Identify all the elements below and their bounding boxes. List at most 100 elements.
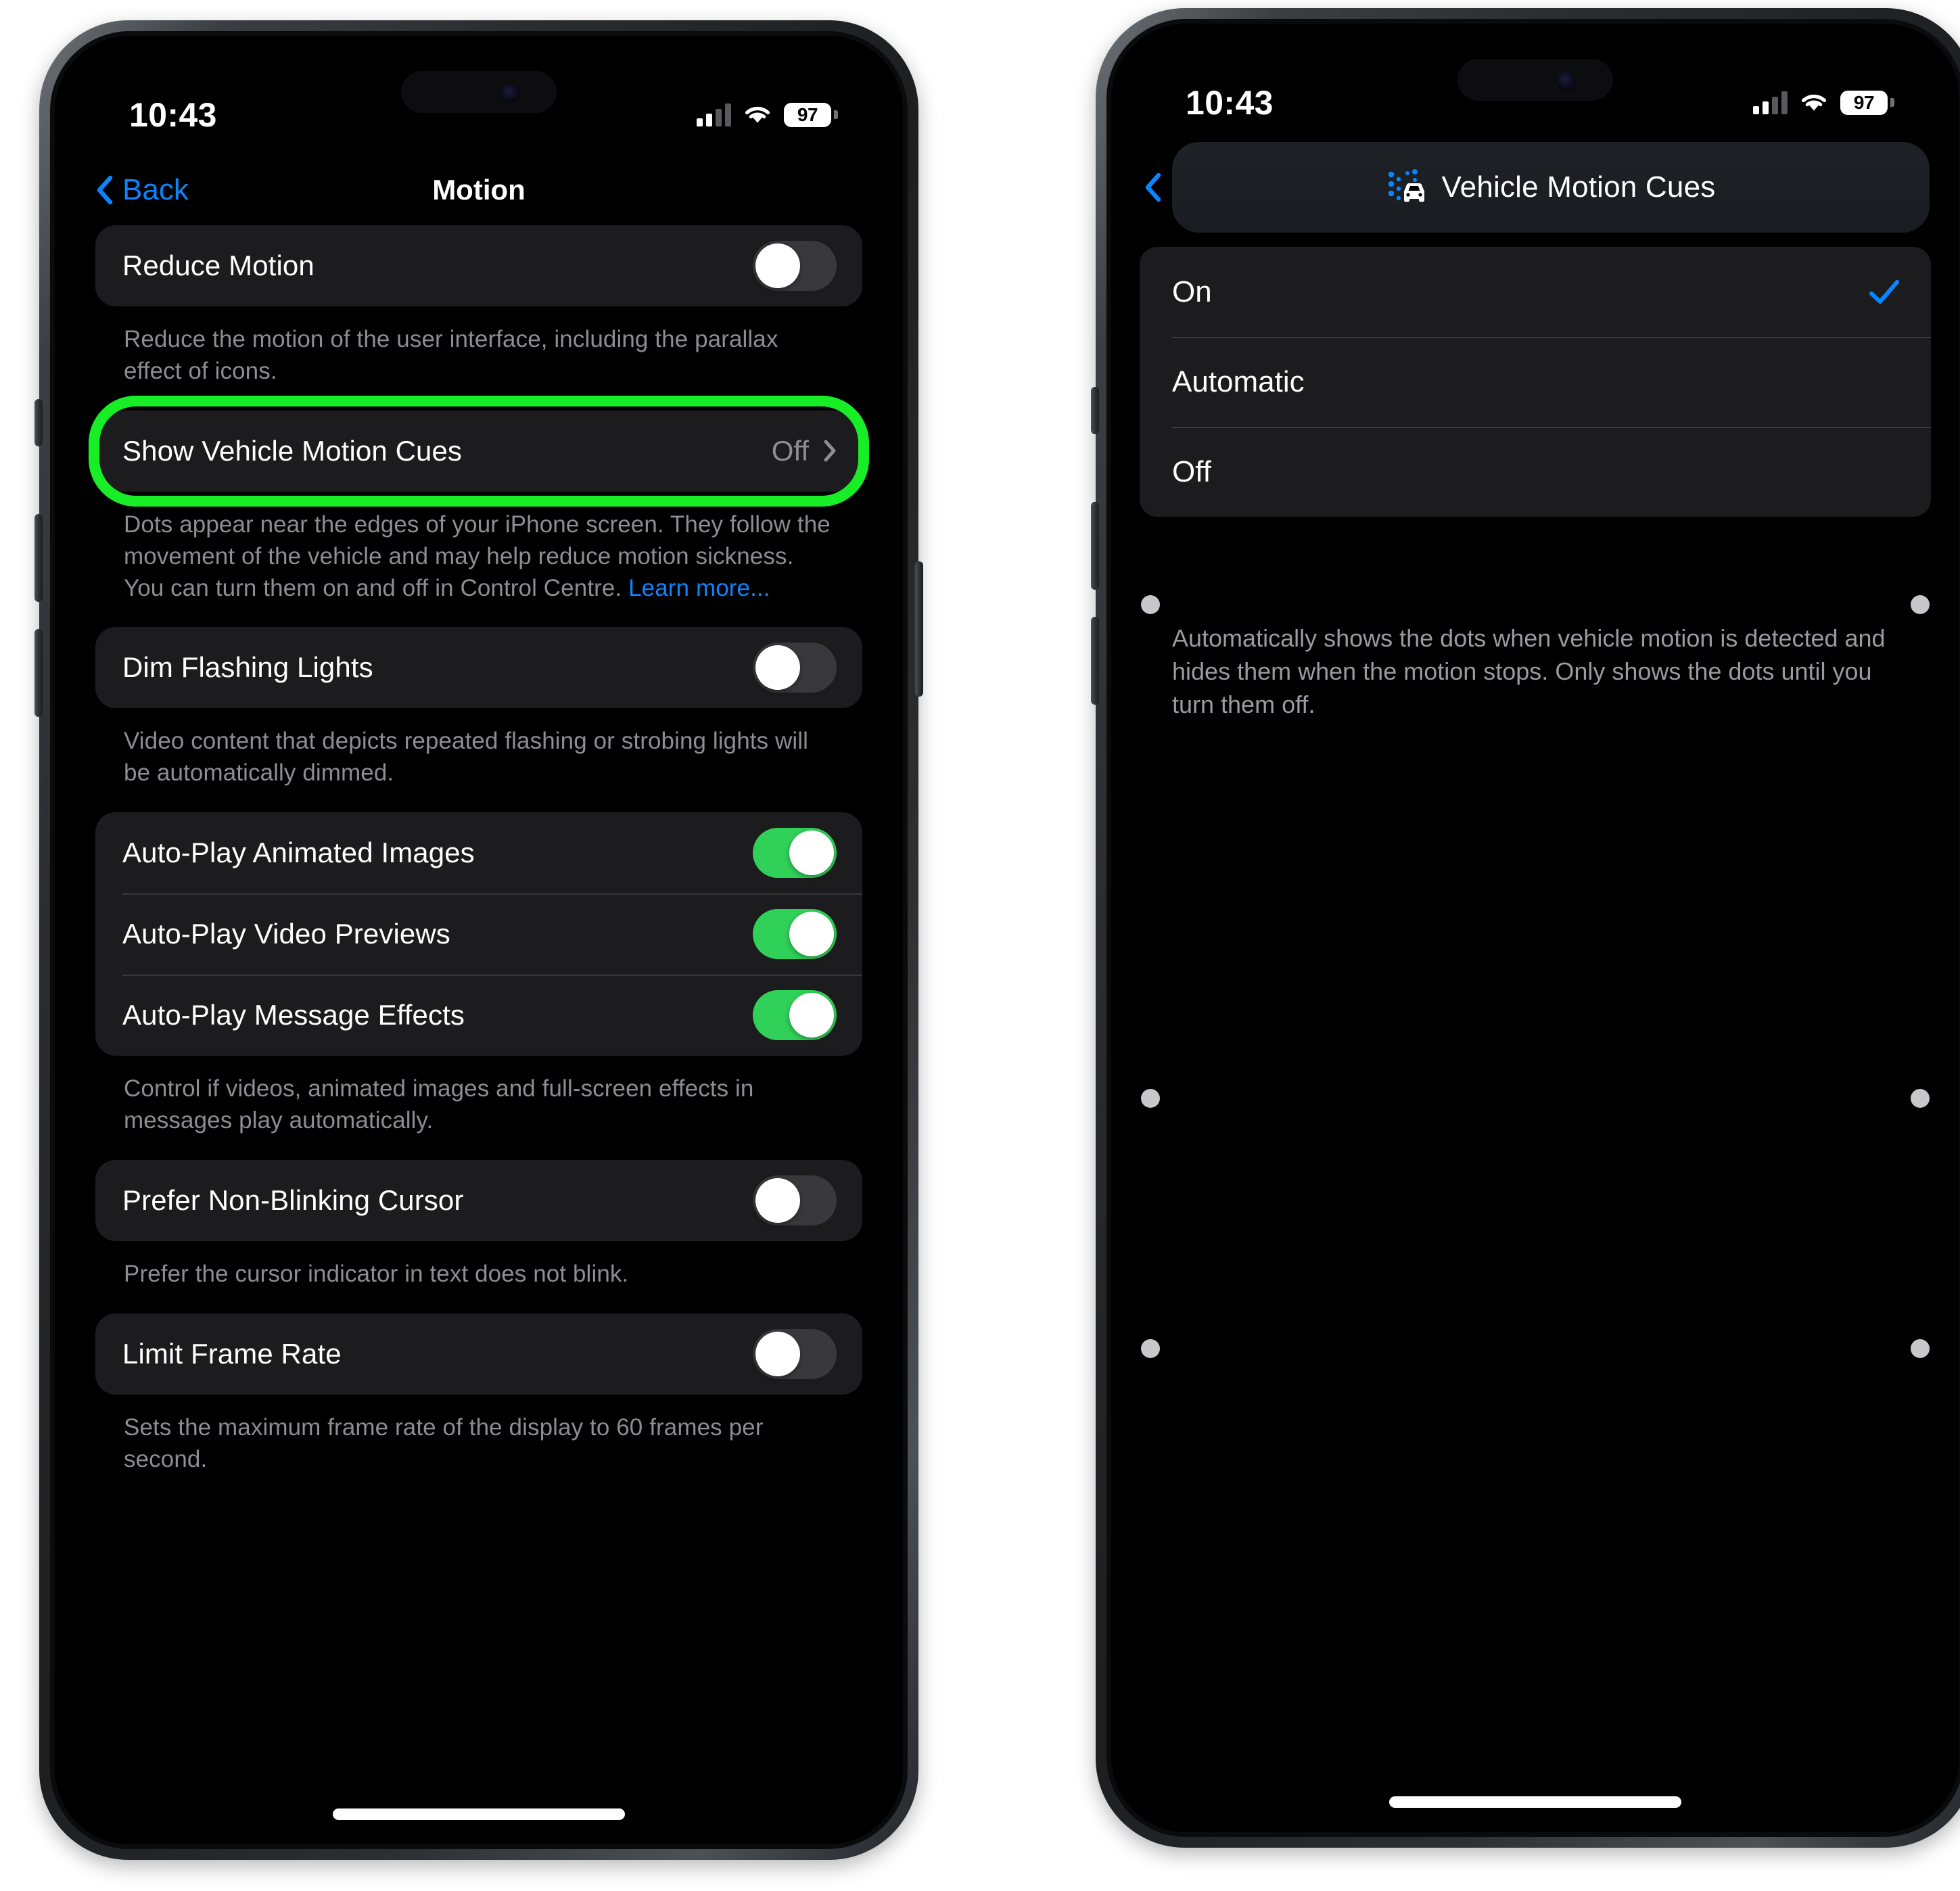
- home-indicator[interactable]: [1389, 1796, 1681, 1808]
- footnote-reduce-motion: Reduce the motion of the user interface,…: [124, 326, 778, 384]
- motion-cue-dot: [1911, 1089, 1930, 1108]
- options-group-vehicle-motion-cues: On Automatic Off: [1140, 247, 1931, 517]
- battery-level-label: 97: [1840, 90, 1888, 115]
- phone-left-body: 10:43 97 Back Motion Reduce Motion Reduc…: [50, 31, 908, 1849]
- row-dim-flashing-lights[interactable]: Dim Flashing Lights: [95, 627, 862, 708]
- option-label: Automatic: [1172, 365, 1305, 398]
- row-prefer-non-blinking-cursor[interactable]: Prefer Non-Blinking Cursor: [95, 1160, 862, 1241]
- motion-cue-dot: [1141, 1339, 1160, 1358]
- toggle-limit-frame-rate[interactable]: [753, 1328, 837, 1379]
- row-auto-play-animated-images[interactable]: Auto-Play Animated Images: [95, 812, 862, 893]
- row-label: Reduce Motion: [122, 250, 314, 281]
- row-show-vehicle-motion-cues[interactable]: Show Vehicle Motion Cues Off: [95, 411, 862, 492]
- footnote-non-blinking-cursor: Prefer the cursor indicator in text does…: [124, 1261, 629, 1288]
- dynamic-island: [401, 71, 557, 113]
- motion-cue-dot: [1141, 1089, 1160, 1108]
- navigation-bar: Back Motion: [55, 154, 903, 225]
- status-indicators: 97: [697, 102, 838, 127]
- settings-list[interactable]: Reduce Motion Reduce the motion of the u…: [55, 225, 903, 1844]
- silent-switch[interactable]: [34, 399, 43, 446]
- settings-group-non-blinking-cursor: Prefer Non-Blinking Cursor: [95, 1160, 862, 1242]
- toggle-auto-play-message-effects[interactable]: [753, 990, 837, 1041]
- option-label: On: [1172, 275, 1212, 308]
- footnote-vehicle-motion-cues: Automatically shows the dots when vehicl…: [1172, 624, 1886, 718]
- footnote-auto-play: Control if videos, animated images and f…: [124, 1075, 754, 1134]
- power-button[interactable]: [915, 561, 923, 697]
- phone-left-screen: 10:43 97 Back Motion Reduce Motion Reduc…: [55, 36, 903, 1844]
- option-label: Off: [1172, 454, 1211, 488]
- checkmark-icon: [1869, 279, 1900, 304]
- highlight-annotation-vehicle-motion-cues: Show Vehicle Motion Cues Off: [89, 395, 869, 507]
- cellular-signal-icon: [1753, 91, 1788, 114]
- battery-tip: [1890, 98, 1894, 107]
- volume-down-button[interactable]: [34, 629, 43, 717]
- toggle-reduce-motion[interactable]: [753, 241, 837, 291]
- option-row-off[interactable]: Off: [1140, 427, 1931, 517]
- battery-icon: 97: [784, 102, 838, 127]
- learn-more-link[interactable]: Learn more...: [628, 575, 770, 601]
- home-indicator[interactable]: [333, 1808, 625, 1820]
- chevron-left-icon: [97, 175, 113, 204]
- status-indicators: 97: [1753, 90, 1894, 115]
- row-accessory: Off: [772, 435, 837, 467]
- toggle-auto-play-animated-images[interactable]: [753, 828, 837, 879]
- wifi-icon: [745, 106, 770, 122]
- silent-switch[interactable]: [1091, 387, 1099, 434]
- toggle-knob: [789, 912, 834, 957]
- row-reduce-motion[interactable]: Reduce Motion: [95, 225, 862, 306]
- row-auto-play-video-previews[interactable]: Auto-Play Video Previews: [95, 893, 862, 975]
- battery-icon: 97: [1840, 90, 1894, 115]
- row-auto-play-message-effects[interactable]: Auto-Play Message Effects: [95, 975, 862, 1056]
- page-title-pill: Vehicle Motion Cues: [1172, 142, 1930, 233]
- battery-level-label: 97: [784, 102, 831, 127]
- back-button-label: Back: [122, 172, 189, 206]
- motion-cue-dot: [1141, 595, 1160, 614]
- battery-tip: [834, 110, 838, 119]
- phone-right-vehicle-motion-cues: 10:43 97 Vehicle Motion Cues On Automati…: [1091, 8, 1960, 1848]
- row-label: Prefer Non-Blinking Cursor: [122, 1184, 464, 1217]
- toggle-knob: [755, 645, 800, 691]
- volume-down-button[interactable]: [1091, 617, 1099, 705]
- toggle-prefer-non-blinking-cursor[interactable]: [753, 1175, 837, 1226]
- toggle-knob: [789, 831, 834, 876]
- settings-group-vehicle-motion-cues: Show Vehicle Motion Cues Off: [95, 410, 862, 492]
- toggle-auto-play-video-previews[interactable]: [753, 909, 837, 960]
- row-limit-frame-rate[interactable]: Limit Frame Rate: [95, 1313, 862, 1395]
- row-label: Auto-Play Message Effects: [122, 999, 465, 1031]
- row-value: Off: [771, 434, 809, 467]
- settings-group-auto-play: Auto-Play Animated Images Auto-Play Vide…: [95, 812, 862, 1056]
- option-row-on[interactable]: On: [1140, 247, 1931, 337]
- motion-cue-dot: [1911, 1339, 1930, 1358]
- row-label: Show Vehicle Motion Cues: [122, 434, 463, 467]
- dynamic-island: [1457, 59, 1613, 101]
- phone-right-screen: 10:43 97 Vehicle Motion Cues On Automati…: [1111, 24, 1959, 1832]
- toggle-knob: [789, 993, 834, 1038]
- navigation-bar: Vehicle Motion Cues: [1111, 140, 1959, 235]
- row-label: Limit Frame Rate: [122, 1337, 342, 1370]
- settings-group-limit-frame-rate: Limit Frame Rate: [95, 1313, 862, 1395]
- motion-cue-dot: [1911, 595, 1930, 614]
- footnote-dim-flashing-lights: Video content that depicts repeated flas…: [124, 728, 809, 787]
- row-label: Auto-Play Video Previews: [122, 918, 450, 950]
- page-title: Vehicle Motion Cues: [1441, 170, 1716, 204]
- back-button[interactable]: [1144, 172, 1161, 202]
- settings-group-dim-flashing-lights: Dim Flashing Lights: [95, 627, 862, 709]
- status-time: 10:43: [1186, 83, 1274, 122]
- status-time: 10:43: [129, 95, 217, 134]
- toggle-knob: [755, 1331, 800, 1376]
- phone-right-body: 10:43 97 Vehicle Motion Cues On Automati…: [1106, 19, 1960, 1837]
- footnote-limit-frame-rate: Sets the maximum frame rate of the displ…: [124, 1414, 764, 1472]
- toggle-dim-flashing-lights[interactable]: [753, 643, 837, 693]
- volume-up-button[interactable]: [1091, 502, 1099, 590]
- cellular-signal-icon: [697, 103, 731, 126]
- screenshot-canvas: 10:43 97 Back Motion Reduce Motion Reduc…: [0, 0, 1960, 1891]
- row-label: Dim Flashing Lights: [122, 651, 373, 684]
- back-button[interactable]: Back: [95, 173, 189, 207]
- footnote-vehicle-motion-cues: Dots appear near the edges of your iPhon…: [95, 494, 862, 628]
- row-label: Auto-Play Animated Images: [122, 837, 475, 869]
- settings-group-reduce-motion: Reduce Motion: [95, 225, 862, 306]
- volume-up-button[interactable]: [34, 514, 43, 602]
- vehicle-motion-cues-icon: [1388, 169, 1424, 202]
- toggle-knob: [755, 243, 800, 288]
- option-row-automatic[interactable]: Automatic: [1140, 337, 1931, 427]
